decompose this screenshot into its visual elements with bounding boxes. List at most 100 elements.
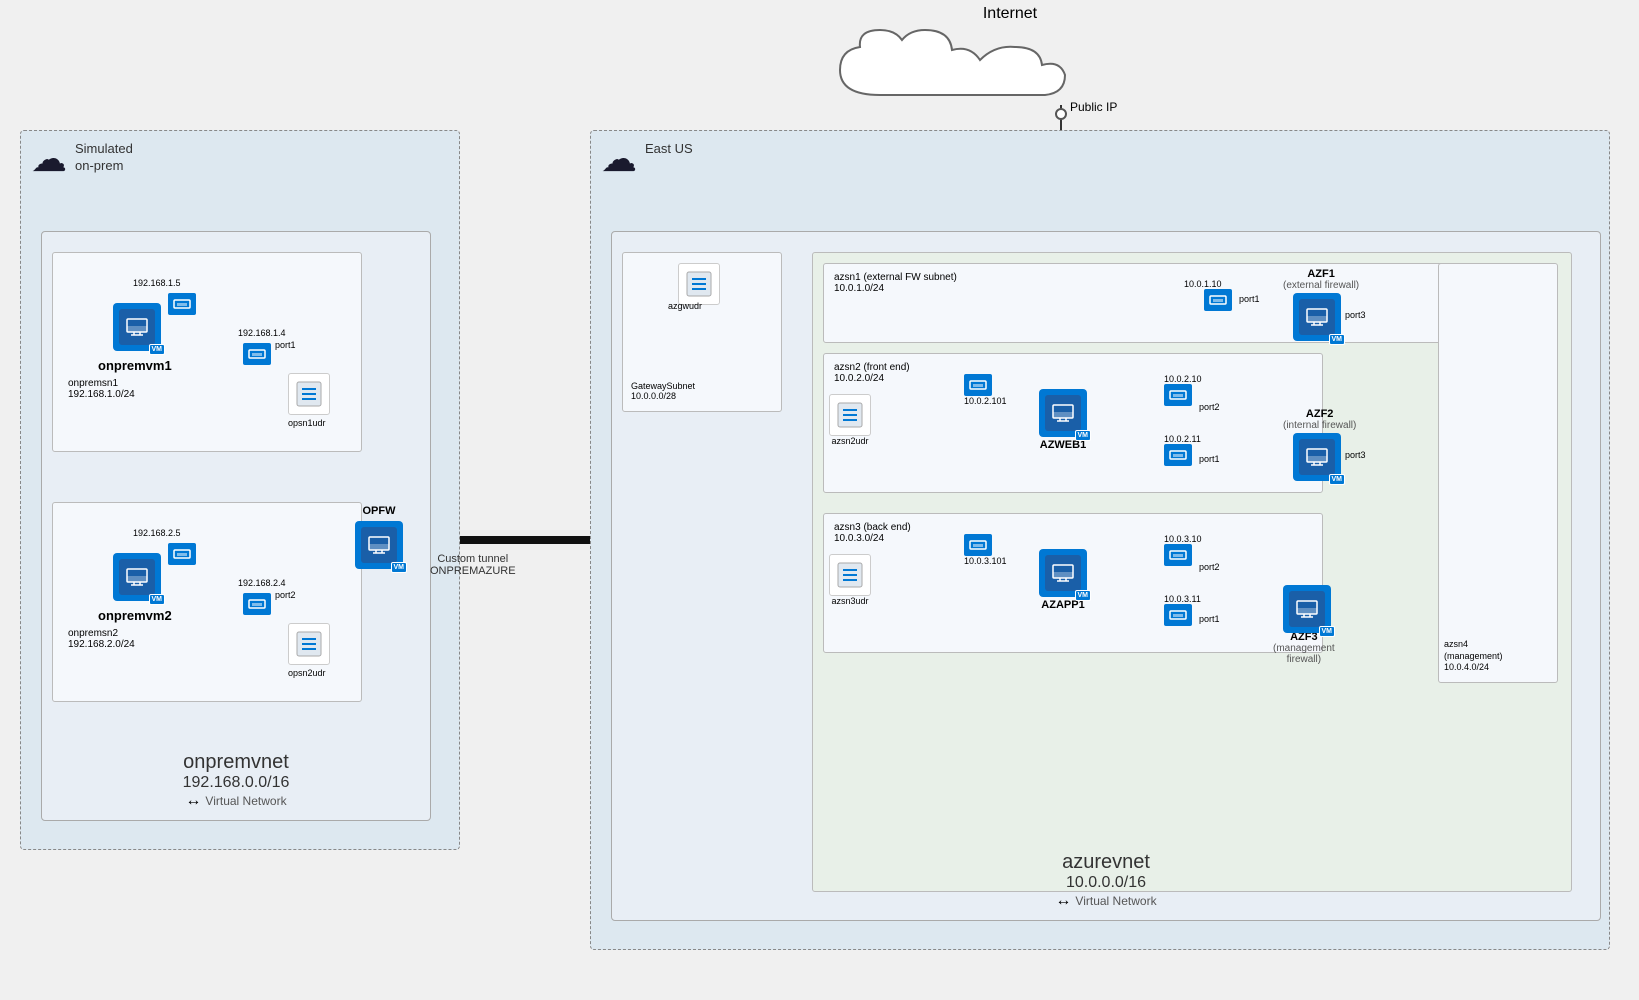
azf1-section: AZF1 (external firewall) VM port3	[1283, 268, 1359, 339]
azsn3-nic-right-bot-icon	[1164, 604, 1192, 626]
opsn1udr-label: opsn1udr	[288, 418, 326, 428]
azsn3-nic-right-top: 10.0.3.10	[1164, 534, 1202, 566]
azurevnet-label: azurevnet 10.0.0.0/16 ↔ Virtual Network	[1055, 851, 1156, 910]
cloud-svg	[820, 25, 1200, 105]
azgwudr-icon	[678, 263, 720, 305]
vm2-nic1-ip: 192.168.2.5	[133, 528, 181, 538]
azsn1-subnet: azsn1 (external FW subnet) 10.0.1.0/24 1…	[823, 263, 1543, 343]
azweb1-section: 10.0.2.101	[964, 374, 1007, 406]
azsn3udr-icon-container: azsn3udr	[829, 554, 871, 606]
tunnel-label: Custom tunnel Custom tunnel ONPREMAZURE …	[430, 553, 516, 577]
azf2-subtitle: (internal firewall)	[1283, 420, 1356, 431]
opfw-vm-icon: VM	[355, 521, 403, 569]
fw-region-box: azsn1 (external FW subnet) 10.0.1.0/24 1…	[812, 252, 1572, 892]
azsn2-nic-right-bot: 10.0.2.11	[1164, 434, 1201, 466]
azgwudr-label: azgwudr	[668, 301, 702, 311]
onpremsn1-subnet: VM onpremvm1 onpremsn1 192.168.1.0/24 19…	[52, 252, 362, 452]
azweb1-nic-left	[964, 374, 992, 396]
vm1-nic1-ip: 192.168.1.5	[133, 278, 181, 288]
azsn2udr-icon	[829, 394, 871, 436]
azsn2udr-label: azsn2udr	[829, 436, 871, 446]
opfw-label: OPFW	[355, 505, 403, 517]
azsn3-nic-right-bot-ip: 10.0.3.11	[1164, 594, 1201, 604]
onpremvm1-label: onpremvm1	[98, 358, 172, 373]
azf2-port3-label: port3	[1345, 450, 1366, 460]
azapp1-nic-left: 10.0.3.101	[964, 534, 1007, 566]
azsn3-nic-right-bot: 10.0.3.11	[1164, 594, 1201, 626]
onpremvm1-icon: VM	[113, 303, 161, 351]
vm2-nic2-ip: 192.168.2.4	[238, 578, 286, 588]
azapp1-vm-section: VM AZAPP1	[1039, 549, 1087, 611]
vm1-port1-label: port1	[275, 340, 296, 350]
azsn2-nic-right-bot-ip: 10.0.2.11	[1164, 434, 1201, 444]
azf3-port1-label: port1	[1199, 614, 1220, 624]
azf3-subtitle: (management firewall)	[1273, 643, 1335, 665]
azsn1-nic	[1204, 289, 1232, 311]
azapp1-vm-icon: VM	[1039, 549, 1087, 597]
azsn2-nic-right-bot-icon	[1164, 444, 1192, 466]
azapp1-nic-left-icon	[964, 534, 992, 556]
azweb1-vm-icon: VM	[1039, 389, 1087, 437]
internet-section: Internet	[820, 5, 1200, 108]
onpremvm2-icon: VM	[113, 553, 161, 601]
opsn1udr-icon	[288, 373, 330, 415]
onpremsn2-subnet: VM onpremvm2 onpremsn2 192.168.2.0/24 19…	[52, 502, 362, 702]
azsn2-label: azsn2 (front end) 10.0.2.0/24	[834, 362, 910, 384]
azsn2-subnet: azsn2 (front end) 10.0.2.0/24	[823, 353, 1323, 493]
azurevnet-box: azgwudr GatewaySubnet 10.0.0.0/28 azsn1 …	[611, 231, 1601, 921]
onpremsn2-label: onpremsn2 192.168.2.0/24	[68, 628, 135, 650]
gateway-subnet-label: GatewaySubnet 10.0.0.0/28	[631, 381, 695, 401]
gateway-subnet-box: azgwudr GatewaySubnet 10.0.0.0/28	[622, 252, 782, 412]
azsn3-nic-right-top-ip: 10.0.3.10	[1164, 534, 1202, 544]
azf3-vm-icon: VM	[1283, 585, 1331, 633]
vm2-nic1	[168, 543, 196, 565]
eastus-region: ☁ East US azgwudr GatewaySubnet	[590, 130, 1610, 950]
azf3-section: VM AZF3 (management firewall)	[1273, 583, 1335, 665]
vm1-nic2-ip: 192.168.1.4	[238, 328, 286, 338]
azf2-section: AZF2 (internal firewall) VM port3	[1283, 408, 1356, 479]
azsn3udr-icon	[829, 554, 871, 596]
azf2-port2-label-top: port2	[1199, 402, 1220, 412]
azf1-name: AZF1	[1283, 268, 1359, 280]
azsn4-subnet: azsn4(management) 10.0.4.0/24	[1438, 263, 1558, 683]
onprem-region: ☁ Simulatedon-prem VM onpremvm1 onpremsn…	[20, 130, 460, 850]
azsn2-nic-right	[1164, 384, 1192, 406]
onprem-cloud-icon: ☁	[31, 141, 67, 177]
opsn2udr-icon	[288, 623, 330, 665]
azf2-port1-label: port1	[1199, 454, 1220, 464]
azf1-port1-label: port1	[1239, 294, 1260, 304]
azsn3-label: azsn3 (back end) 10.0.3.0/24	[834, 522, 911, 544]
internet-label: Internet	[820, 5, 1200, 23]
public-ip-dot	[1055, 108, 1067, 120]
onpremvnet-label: onpremvnet 192.168.0.0/16 ↔ Virtual Netw…	[183, 751, 290, 810]
azweb1-nic-left-ip: 10.0.2.101	[964, 396, 1007, 406]
azweb1-vm-section: VM AZWEB1	[1039, 389, 1087, 451]
onpremsn1-label: onpremsn1 192.168.1.0/24	[68, 378, 135, 400]
opfw-section: OPFW VM	[355, 505, 403, 569]
diagram-container: Internet Public IP ☁ Simulatedon-prem VM	[0, 0, 1639, 1000]
azsn2-nic-right-top: 10.0.2.10	[1164, 374, 1202, 406]
onprem-region-header: ☁ Simulatedon-prem	[31, 141, 133, 177]
eastus-region-label: East US	[645, 141, 693, 158]
eastus-cloud-icon: ☁	[601, 141, 637, 177]
azsn2-nic-right-top-ip: 10.0.2.10	[1164, 374, 1202, 384]
azf1-port3-label: port3	[1345, 310, 1366, 320]
azf1-vm-icon: VM	[1293, 293, 1341, 341]
azsn1-label: azsn1 (external FW subnet) 10.0.1.0/24	[834, 272, 957, 294]
azf2-name: AZF2	[1283, 408, 1356, 420]
azsn3udr-label: azsn3udr	[829, 596, 871, 606]
azf2-vm-icon: VM	[1293, 433, 1341, 481]
azsn3-subnet: azsn3 (back end) 10.0.3.0/24	[823, 513, 1323, 653]
azsn4-label: azsn4(management) 10.0.4.0/24	[1444, 639, 1503, 674]
azsn2udr-icon-container: azsn2udr	[829, 394, 871, 446]
azsn1-nic-ip: 10.0.1.10	[1184, 279, 1222, 289]
vm2-nic2	[243, 593, 271, 615]
azf1-subtitle: (external firewall)	[1283, 280, 1359, 291]
vm1-nic1	[168, 293, 196, 315]
public-ip-label: Public IP	[1070, 100, 1117, 114]
vm2-port2-label: port2	[275, 590, 296, 600]
azsn3-nic-right-icon	[1164, 544, 1192, 566]
azapp1-nic-left-ip: 10.0.3.101	[964, 556, 1007, 566]
opsn2udr-label: opsn2udr	[288, 668, 326, 678]
azf3-port2-label: port2	[1199, 562, 1220, 572]
